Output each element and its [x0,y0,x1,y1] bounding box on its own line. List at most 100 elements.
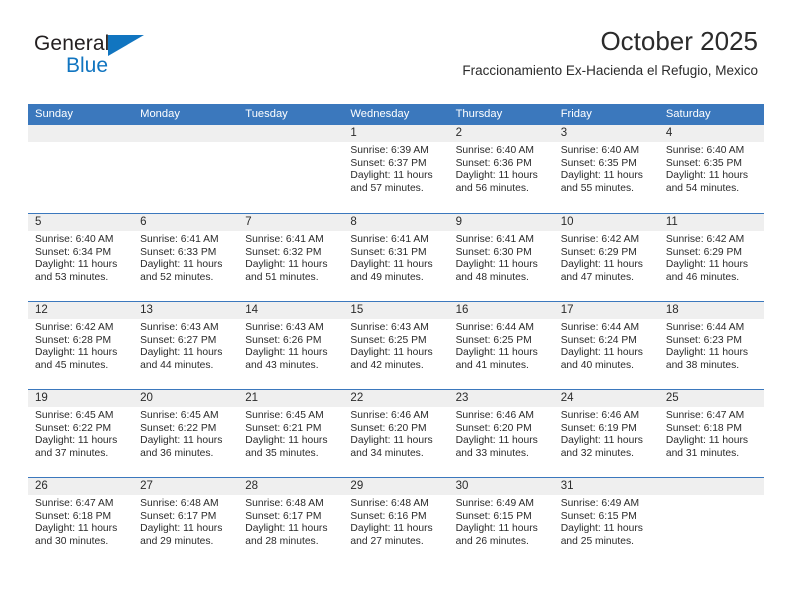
day-cell-8[interactable]: 8 Sunrise: 6:41 AM Sunset: 6:31 PM Daylight… [343,214,449,301]
day-number: 27 [140,480,153,492]
sunset-text: Sunset: 6:25 PM [350,334,427,346]
day-number: 31 [560,480,574,492]
day-cell-empty [28,125,134,213]
day-number: 17 [560,304,574,316]
day-number-band: 4 [658,125,764,142]
day-number-band: 23 [448,390,554,407]
daylight-text-line1: Daylight: 11 hours [140,435,223,447]
day-cell-28[interactable]: 28 Sunrise: 6:48 AM Sunset: 6:17 PM Dayligh… [238,478,344,565]
day-cell-details: Sunrise: 6:44 AM Sunset: 6:23 PM Daylight:… [659,319,764,372]
daylight-text-line1: Daylight: 11 hours [245,259,328,271]
day-number-band: 8 [343,214,449,231]
sunrise-text: Sunrise: 6:44 AM [665,322,745,333]
daylight-text-line2: and 55 minutes. [560,182,634,194]
sunrise-text: Sunrise: 6:49 AM [455,498,534,509]
day-cell-25[interactable]: 25 Sunrise: 6:47 AM Sunset: 6:18 PM Dayligh… [658,390,764,477]
day-cell-5[interactable]: 5 Sunrise: 6:40 AM Sunset: 6:34 PM Daylight… [28,214,134,301]
daylight-text-line2: and 43 minutes. [245,359,319,371]
sunset-text: Sunset: 6:20 PM [350,422,427,434]
daylight-text-line1: Daylight: 11 hours [560,523,643,535]
daylight-text-line2: and 45 minutes. [35,359,109,371]
day-cell-11[interactable]: 11 Sunrise: 6:42 AM Sunset: 6:29 PM Dayligh… [658,214,764,301]
day-cell-7[interactable]: 7 Sunrise: 6:41 AM Sunset: 6:32 PM Daylight… [238,214,344,301]
sunrise-text: Sunrise: 6:42 AM [560,234,640,245]
sunrise-text: Sunrise: 6:46 AM [560,410,640,421]
day-cell-details: Sunrise: 6:40 AM Sunset: 6:34 PM Daylight:… [28,231,133,284]
daylight-text-line2: and 47 minutes. [560,271,634,283]
day-cell-29[interactable]: 29 Sunrise: 6:48 AM Sunset: 6:16 PM Dayligh… [343,478,449,565]
day-cell-13[interactable]: 13 Sunrise: 6:43 AM Sunset: 6:27 PM Dayligh… [133,302,239,389]
day-cell-22[interactable]: 22 Sunrise: 6:46 AM Sunset: 6:20 PM Dayligh… [343,390,449,477]
sunset-text: Sunset: 6:27 PM [140,334,217,346]
day-cell-24[interactable]: 24 Sunrise: 6:46 AM Sunset: 6:19 PM Dayligh… [553,390,659,477]
day-cell-details [238,142,343,145]
day-cell-18[interactable]: 18 Sunrise: 6:44 AM Sunset: 6:23 PM Dayligh… [658,302,764,389]
day-cell-17[interactable]: 17 Sunrise: 6:44 AM Sunset: 6:24 PM Dayligh… [553,302,659,389]
day-number-band: 2 [448,125,554,142]
sunset-text: Sunset: 6:25 PM [455,334,532,346]
day-cell-16[interactable]: 16 Sunrise: 6:44 AM Sunset: 6:25 PM Dayligh… [448,302,554,389]
day-number-band: 14 [238,302,344,319]
day-cell-2[interactable]: 2 Sunrise: 6:40 AM Sunset: 6:36 PM Daylight… [448,125,554,213]
day-number: 11 [665,216,678,228]
day-cell-details: Sunrise: 6:42 AM Sunset: 6:28 PM Daylight:… [28,319,133,372]
sunrise-text: Sunrise: 6:40 AM [455,145,534,156]
day-cell-21[interactable]: 21 Sunrise: 6:45 AM Sunset: 6:21 PM Dayligh… [238,390,344,477]
daylight-text-line2: and 48 minutes. [455,271,529,283]
logo-text-blue: Blue [66,54,109,77]
daylight-text-line2: and 30 minutes. [35,535,109,547]
page-header: General Blue October 2025 Fraccionamient… [0,0,792,78]
calendar-week-row: 5 Sunrise: 6:40 AM Sunset: 6:34 PM Daylight… [28,213,764,301]
day-cell-15[interactable]: 15 Sunrise: 6:43 AM Sunset: 6:25 PM Dayligh… [343,302,449,389]
daylight-text-line1: Daylight: 11 hours [350,435,433,447]
daylight-text-line1: Daylight: 11 hours [560,170,643,182]
daylight-text-line2: and 35 minutes. [245,447,319,459]
day-cell-details: Sunrise: 6:48 AM Sunset: 6:17 PM Daylight:… [133,495,238,548]
sunrise-text: Sunrise: 6:39 AM [350,145,429,156]
sunrise-text: Sunrise: 6:49 AM [560,498,640,509]
daylight-text-line1: Daylight: 11 hours [35,435,118,447]
day-cell-6[interactable]: 6 Sunrise: 6:41 AM Sunset: 6:33 PM Daylight… [133,214,239,301]
calendar-week-row: 12 Sunrise: 6:42 AM Sunset: 6:28 PM Dayligh… [28,301,764,389]
day-number-band [238,125,344,142]
day-cell-12[interactable]: 12 Sunrise: 6:42 AM Sunset: 6:28 PM Dayligh… [28,302,134,389]
day-cell-27[interactable]: 27 Sunrise: 6:48 AM Sunset: 6:17 PM Dayligh… [133,478,239,565]
day-cell-1[interactable]: 1 Sunrise: 6:39 AM Sunset: 6:37 PM Daylight… [343,125,449,213]
sunrise-text: Sunrise: 6:45 AM [35,410,114,421]
daylight-text-line2: and 52 minutes. [140,271,214,283]
calendar-page: General Blue October 2025 Fraccionamient… [0,0,792,612]
day-number: 7 [245,216,252,228]
day-cell-19[interactable]: 19 Sunrise: 6:45 AM Sunset: 6:22 PM Dayligh… [28,390,134,477]
sunrise-text: Sunrise: 6:48 AM [140,498,219,509]
day-cell-details: Sunrise: 6:45 AM Sunset: 6:21 PM Daylight:… [238,407,343,460]
day-cell-30[interactable]: 30 Sunrise: 6:49 AM Sunset: 6:15 PM Dayligh… [448,478,554,565]
day-cell-10[interactable]: 10 Sunrise: 6:42 AM Sunset: 6:29 PM Dayligh… [553,214,659,301]
daylight-text-line1: Daylight: 11 hours [455,259,538,271]
sunrise-text: Sunrise: 6:46 AM [350,410,429,421]
daylight-text-line1: Daylight: 11 hours [455,523,538,535]
day-cell-3[interactable]: 3 Sunrise: 6:40 AM Sunset: 6:35 PM Daylight… [553,125,659,213]
day-number: 29 [350,480,364,492]
day-cell-31[interactable]: 31 Sunrise: 6:49 AM Sunset: 6:15 PM Dayligh… [553,478,659,565]
day-cell-9[interactable]: 9 Sunrise: 6:41 AM Sunset: 6:30 PM Daylight… [448,214,554,301]
daylight-text-line2: and 46 minutes. [665,271,740,283]
day-number: 19 [35,392,48,404]
day-number-band: 31 [553,478,659,495]
day-cell-23[interactable]: 23 Sunrise: 6:46 AM Sunset: 6:20 PM Dayligh… [448,390,554,477]
sunrise-text: Sunrise: 6:44 AM [455,322,534,333]
daylight-text-line1: Daylight: 11 hours [35,347,118,359]
daylight-text-line1: Daylight: 11 hours [665,347,749,359]
day-number: 8 [350,216,357,228]
daylight-text-line1: Daylight: 11 hours [140,259,223,271]
page-title: October 2025 [600,26,758,56]
day-cell-4[interactable]: 4 Sunrise: 6:40 AM Sunset: 6:35 PM Daylight… [658,125,764,213]
daylight-text-line2: and 38 minutes. [665,359,740,371]
day-cell-details: Sunrise: 6:41 AM Sunset: 6:31 PM Daylight:… [343,231,448,284]
sunset-text: Sunset: 6:24 PM [560,334,637,346]
day-cell-20[interactable]: 20 Sunrise: 6:45 AM Sunset: 6:22 PM Dayligh… [133,390,239,477]
general-blue-logo[interactable]: General Blue [34,33,174,81]
daylight-text-line2: and 25 minutes. [560,535,634,547]
day-cell-26[interactable]: 26 Sunrise: 6:47 AM Sunset: 6:18 PM Dayligh… [28,478,134,565]
day-cell-14[interactable]: 14 Sunrise: 6:43 AM Sunset: 6:26 PM Dayligh… [238,302,344,389]
day-cell-details: Sunrise: 6:47 AM Sunset: 6:18 PM Daylight:… [28,495,133,548]
